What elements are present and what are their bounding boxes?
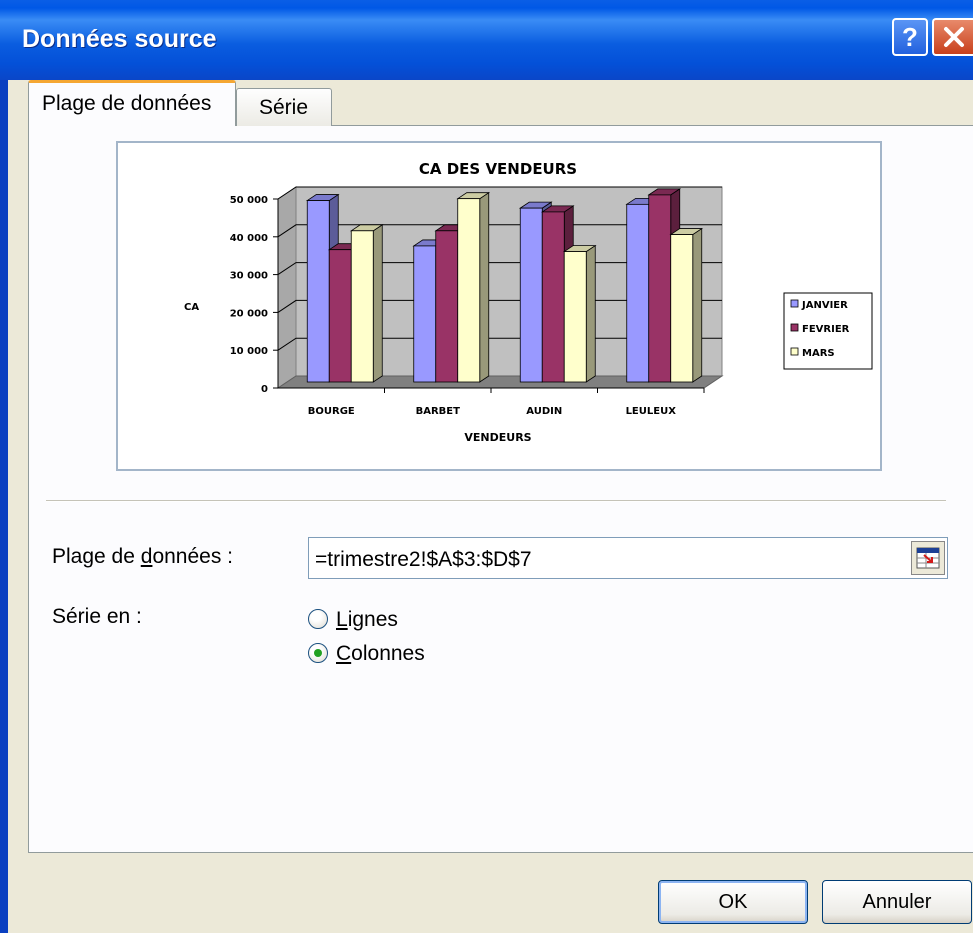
series-in-label: Série en : [52,605,142,628]
bar [541,211,565,383]
legend-label: JANVIER [801,300,848,311]
title-bar[interactable]: Données source ? [0,0,973,80]
legend-swatch [790,299,799,308]
bar [435,230,459,383]
y-tick-label: 10 000 [230,346,268,357]
bar-side [372,224,383,383]
data-range-label: Plage de données : [52,545,234,568]
dialog-title: Données source [22,25,217,53]
bar [413,245,437,383]
window-frame [0,80,8,933]
columns-label[interactable]: Colonnes [336,642,425,666]
chart-preview: 0 10 000 20 000 30 000 40 000 50 000 BOURGE BAR… [116,141,882,471]
bar [626,203,650,383]
bar [457,198,481,383]
y-tick-label: 20 000 [230,308,268,319]
chart-title: CA DES VENDEURS [419,160,577,178]
bar [306,200,330,383]
data-range-input[interactable]: =trimestre2!$A$3:$D$7 [308,537,948,579]
y-tick-label: 30 000 [230,271,268,282]
rows-label[interactable]: Lignes [336,608,398,632]
tab-data-range[interactable]: Plage de données [28,80,236,126]
tab-series[interactable]: Série [236,88,332,126]
bar [328,249,352,383]
chart-svg: 0 10 000 20 000 30 000 40 000 50 000 BOURGE BAR… [184,160,873,444]
x-tick-label: LEULEUX [626,406,677,417]
legend-label: FEVRIER [802,324,850,335]
radio-selected-dot [314,649,322,657]
bar [350,230,374,383]
x-tick-label: BARBET [416,406,461,417]
separator [46,500,946,502]
bar [670,234,694,383]
data-range-value: =trimestre2!$A$3:$D$7 [315,548,532,571]
close-icon[interactable] [932,18,973,56]
y-tick-label: 50 000 [230,195,268,206]
cancel-button[interactable]: Annuler [822,880,972,924]
y-tick-label: 0 [261,384,268,395]
range-select-icon [916,547,940,569]
bar-side [692,227,703,383]
bar [519,207,543,383]
ok-button[interactable]: OK [658,880,808,924]
columns-radio[interactable] [308,643,328,663]
data-source-dialog: Données source ? Plage de données Série … [0,0,973,933]
rows-radio[interactable] [308,609,328,629]
legend-swatch [790,347,799,356]
x-tick-label: BOURGE [308,406,355,417]
y-axis-title: CA [184,302,199,313]
bar-side [585,244,596,383]
legend-label: MARS [802,348,835,359]
x-axis-title: VENDEURS [464,431,531,444]
bar [563,251,587,383]
y-tick-label: 40 000 [230,233,268,244]
bar [648,194,672,383]
bar-side [479,191,490,383]
chart-side-wall [277,186,297,389]
legend-swatch [790,323,799,332]
x-tick-label: AUDIN [526,406,562,417]
collapse-dialog-button[interactable] [911,541,945,575]
help-icon[interactable]: ? [892,18,928,56]
